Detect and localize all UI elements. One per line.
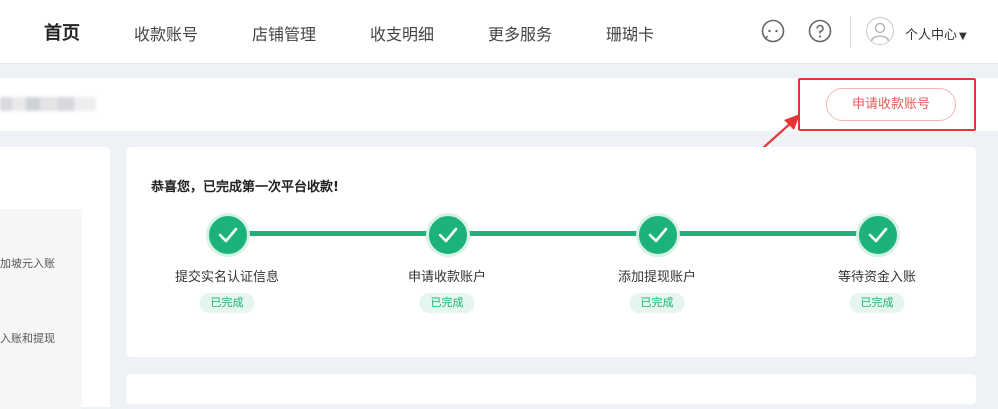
step-3-check-icon (636, 213, 680, 257)
step-3-status-badge: 已完成 (629, 293, 685, 313)
progress-title: 恭喜您，已完成第一次平台收款! (151, 180, 339, 195)
step-2-check-icon (426, 213, 470, 257)
step-2-label: 申请收款账户 (407, 270, 487, 285)
chevron-down-icon: ▼ (959, 31, 967, 42)
nav-item-transactions[interactable]: 收支明细 (370, 21, 434, 45)
personal-center-label: 个人中心 (905, 28, 958, 43)
step-4-label: 等待资金入账 (837, 270, 917, 285)
step-2-status-badge: 已完成 (419, 293, 475, 313)
step-1-check-icon (206, 213, 250, 257)
avatar-icon[interactable] (866, 17, 894, 45)
step-4-status-badge: 已完成 (849, 293, 905, 313)
annotation-highlight-box (798, 78, 976, 131)
step-3-label: 添加提现账户 (617, 270, 697, 285)
progress-track (228, 231, 878, 236)
blurred-account-name (0, 97, 96, 111)
nav-item-receiving-accounts[interactable]: 收款账号 (134, 21, 198, 45)
step-1-label: 提交实名认证信息 (174, 270, 280, 285)
nav-item-store-management[interactable]: 店铺管理 (252, 21, 316, 45)
personal-center-menu[interactable]: 个人中心 ▼ (905, 24, 967, 43)
top-navigation: 首页 收款账号 店铺管理 收支明细 更多服务 珊瑚卡 个人中心 ▼ (0, 0, 998, 64)
left-info-line: 加坡元入账 (0, 257, 55, 270)
left-info-line: 入账和提现 (0, 332, 55, 345)
nav-item-coral-card[interactable]: 珊瑚卡 (606, 21, 654, 45)
nav-item-home[interactable]: 首页 (44, 19, 80, 45)
left-info-panel: 加坡元入账 入账和提现 (0, 209, 82, 409)
help-icon[interactable] (808, 19, 832, 43)
step-4-check-icon (856, 213, 900, 257)
next-section-card (126, 374, 976, 404)
step-1-status-badge: 已完成 (199, 293, 255, 313)
chat-icon[interactable] (761, 19, 785, 43)
nav-divider (850, 16, 851, 48)
nav-item-more-services[interactable]: 更多服务 (488, 21, 552, 45)
